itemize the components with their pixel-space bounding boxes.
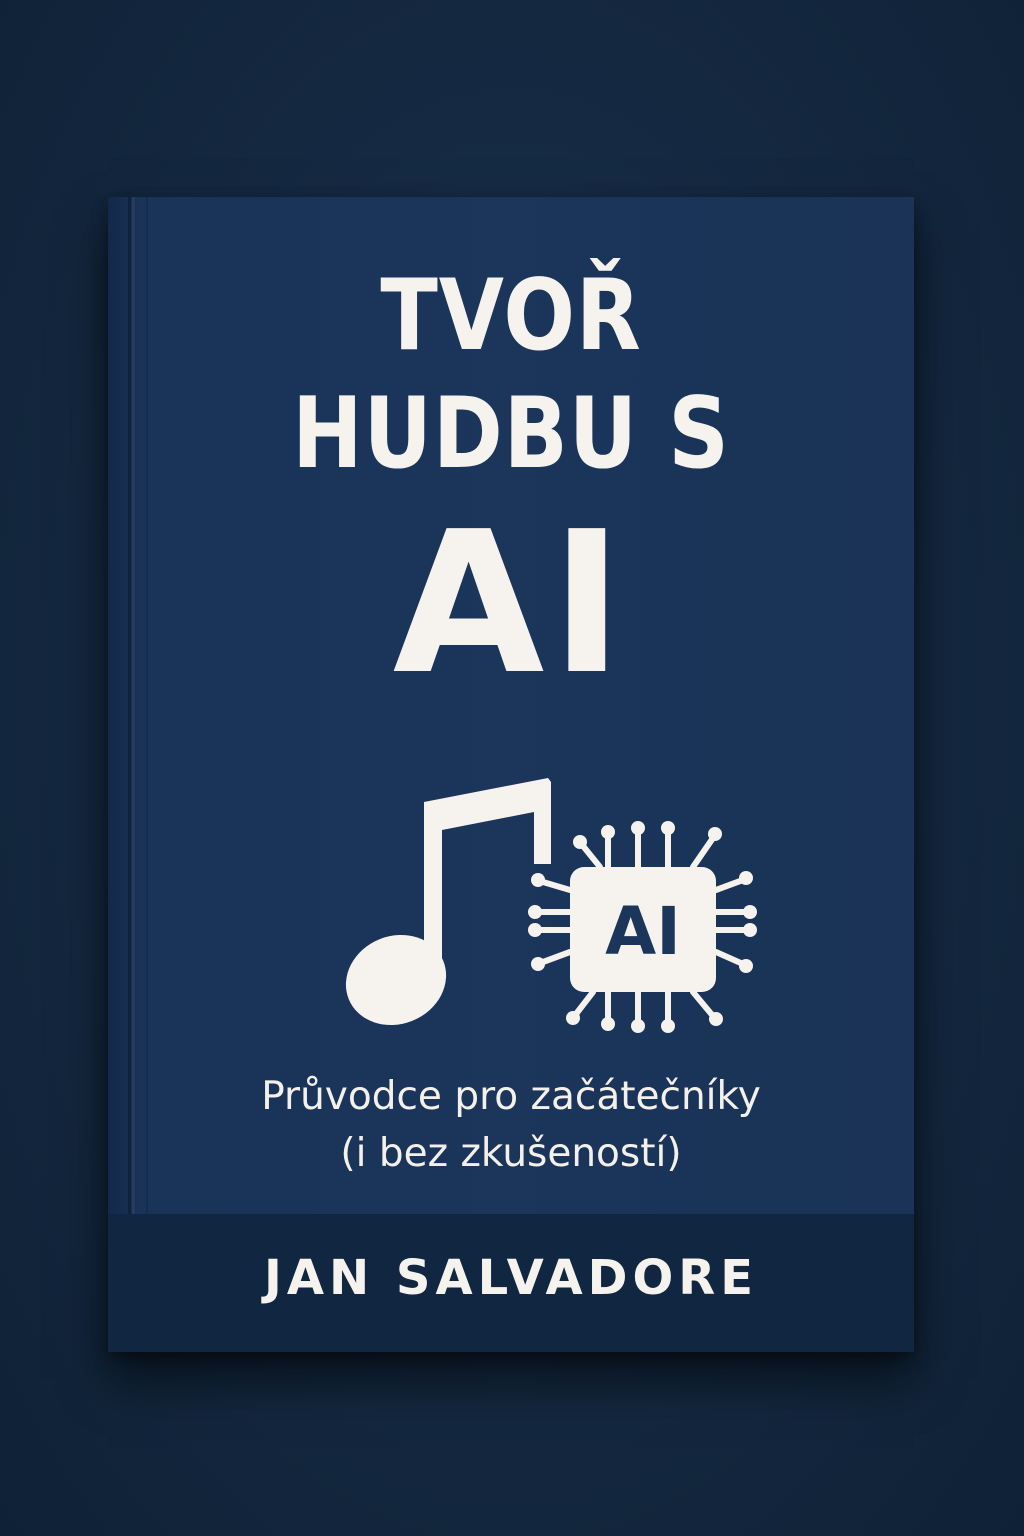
subtitle-line-1: Průvodce pro začátečníky [261,1074,761,1119]
ai-chip-icon: AI [528,821,757,1033]
chip-label: AI [605,893,681,970]
music-note-icon [345,778,551,1026]
title-line-2: HUDBU S [292,377,730,491]
music-ai-illustration: AI [338,772,758,1042]
book-cover: TVOŘ HUDBU S AI AI Průvodce pro začátečn… [108,197,914,1352]
title-line-1: TVOŘ [380,259,642,373]
subtitle-line-2: (i bez zkušeností) [340,1131,682,1176]
title-line-3: AI [392,490,630,718]
author-name: JAN SALVADORE [263,1250,759,1306]
author-band: JAN SALVADORE [108,1214,914,1352]
